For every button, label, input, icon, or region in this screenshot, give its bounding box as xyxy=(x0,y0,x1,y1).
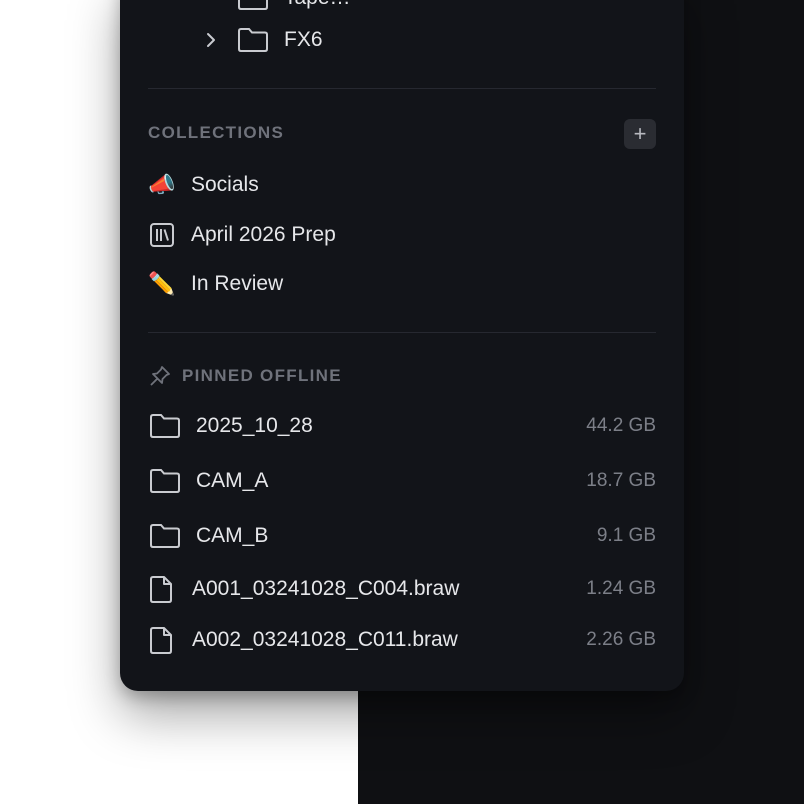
tree-item-label: FX6 xyxy=(284,28,323,51)
item-name: A002_03241028_C011.braw xyxy=(192,628,458,651)
item-size: 9.1 GB xyxy=(596,525,656,546)
add-collection-button[interactable]: + xyxy=(624,119,656,149)
collection-label: In Review xyxy=(191,272,284,295)
file-icon xyxy=(150,627,172,654)
folder-icon xyxy=(238,0,268,10)
folder-icon xyxy=(150,414,180,438)
divider xyxy=(148,332,656,333)
collection-item-april-2026-prep[interactable]: April 2026 Prep xyxy=(148,221,336,249)
folder-icon xyxy=(238,28,268,52)
collections-title: COLLECTIONS xyxy=(148,123,285,142)
offline-item[interactable]: CAM_B 9.1 GB xyxy=(148,522,656,550)
tree-item-label: Tape… xyxy=(284,0,351,10)
item-name: A001_03241028_C004.braw xyxy=(192,577,460,600)
pencil-icon: ✏️ xyxy=(148,271,176,296)
collection-item-socials[interactable]: 📣 Socials xyxy=(148,171,259,199)
pin-icon xyxy=(150,366,170,386)
tree-item-partial[interactable]: Tape… xyxy=(236,0,351,12)
collection-item-in-review[interactable]: ✏️ In Review xyxy=(148,270,283,298)
chevron-right-icon[interactable] xyxy=(200,29,222,51)
folder-icon xyxy=(150,469,180,493)
folder-icon xyxy=(150,524,180,548)
item-size: 2.26 GB xyxy=(586,629,656,650)
divider xyxy=(148,88,656,89)
item-size: 44.2 GB xyxy=(586,415,656,436)
offline-item[interactable]: A001_03241028_C004.braw 1.24 GB xyxy=(148,574,656,604)
item-name: CAM_B xyxy=(196,524,269,547)
sidebar-panel: Tape… FX6 COLLECTIONS + 📣 Socials xyxy=(120,0,684,691)
offline-item[interactable]: CAM_A 18.7 GB xyxy=(148,467,656,495)
library-icon xyxy=(148,221,176,249)
section-label: PINNED OFFLINE xyxy=(182,366,342,385)
item-size: 18.7 GB xyxy=(586,470,656,491)
offline-item[interactable]: A002_03241028_C011.braw 2.26 GB xyxy=(148,625,656,655)
offline-item[interactable]: 2025_10_28 44.2 GB xyxy=(148,412,656,440)
item-size: 1.24 GB xyxy=(586,578,656,599)
file-icon xyxy=(150,576,172,603)
megaphone-icon: 📣 xyxy=(148,172,176,197)
collection-label: April 2026 Prep xyxy=(191,223,336,246)
screen: ter Tape… FX6 COLLECTIONS + xyxy=(0,0,804,804)
item-name: 2025_10_28 xyxy=(196,414,313,437)
item-name: CAM_A xyxy=(196,469,269,492)
pinned-offline-title: PINNED OFFLINE xyxy=(148,364,342,388)
tree-item-fx6[interactable]: FX6 xyxy=(200,26,323,54)
collection-label: Socials xyxy=(191,173,259,196)
